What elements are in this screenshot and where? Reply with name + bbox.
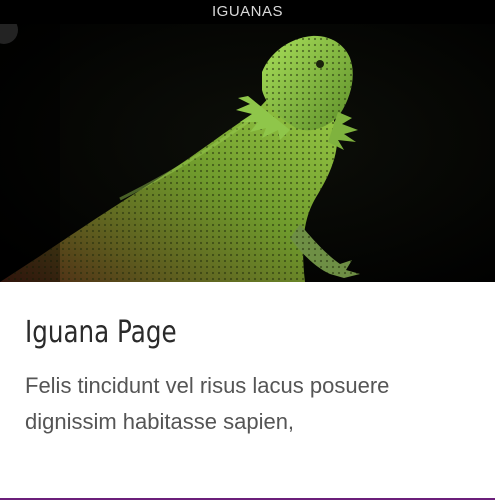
card-content: Iguana Page Felis tincidunt vel risus la… — [25, 283, 470, 440]
card-title[interactable]: Iguana Page — [25, 283, 390, 350]
category-label: IGUANAS — [0, 0, 495, 24]
card-description: Felis tincidunt vel risus lacus posuere … — [25, 373, 390, 434]
iguana-photo-icon — [0, 24, 495, 282]
hero-image — [0, 24, 495, 282]
iguana-card: IGUANAS Iguana Page Felis tincidunt vel … — [0, 0, 495, 500]
